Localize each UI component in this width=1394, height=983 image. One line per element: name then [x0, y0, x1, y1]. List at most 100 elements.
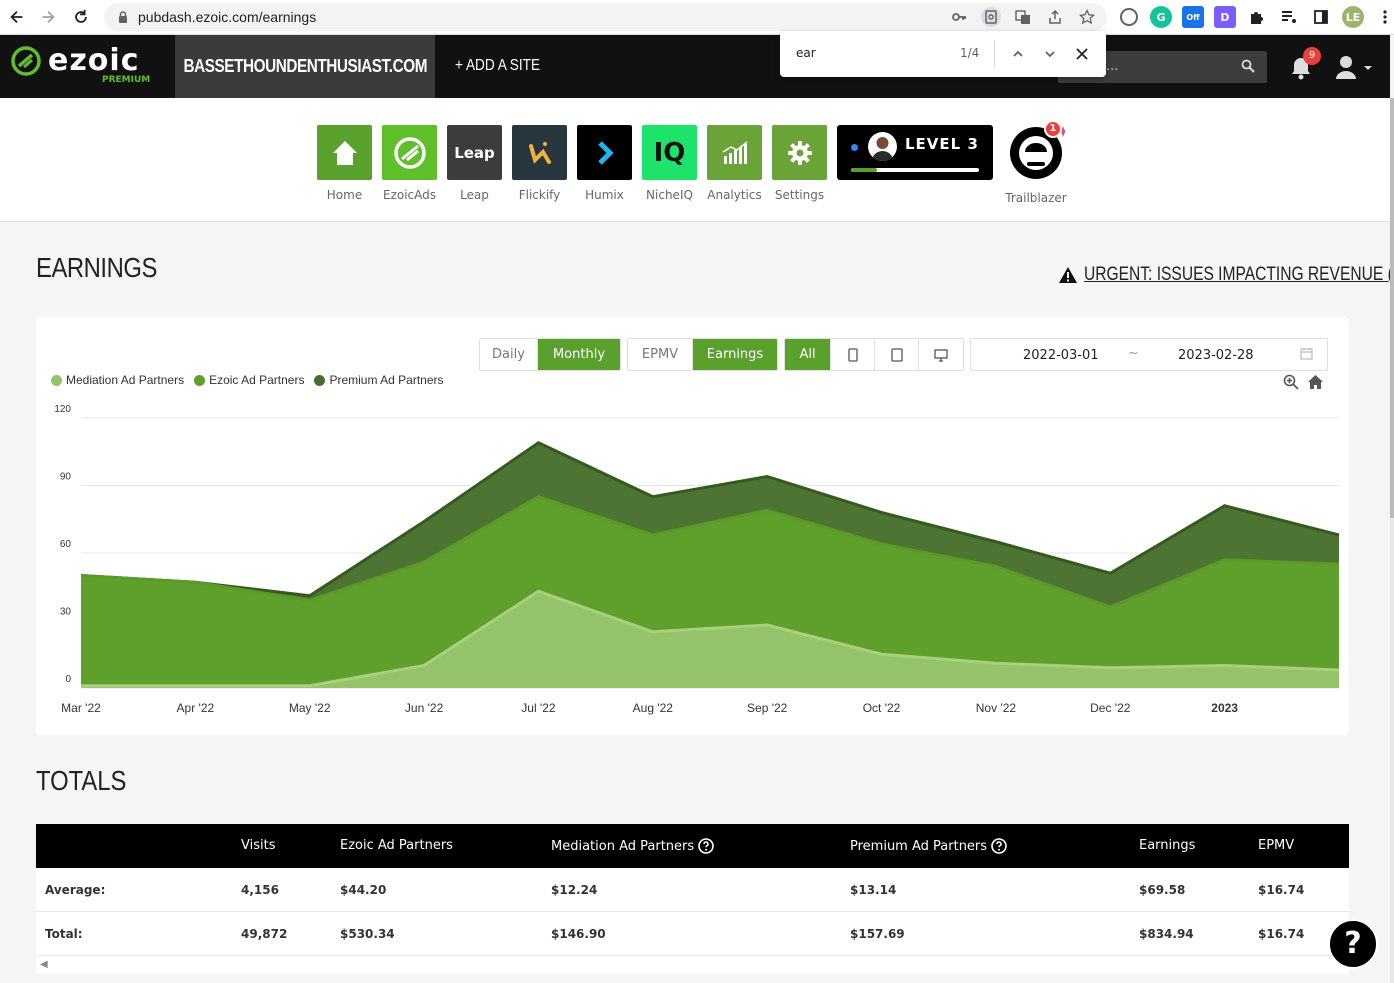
- all-devices-button[interactable]: All: [785, 339, 831, 370]
- legend-item-ezoic[interactable]: Ezoic Ad Partners: [194, 373, 304, 387]
- zoom-icon[interactable]: [1283, 374, 1299, 390]
- x-tick-label: Aug '22: [633, 701, 674, 715]
- legend-label: Ezoic Ad Partners: [209, 373, 305, 387]
- trailblazer-badge: 1: [1044, 120, 1062, 138]
- ezoicads-icon: [393, 136, 426, 169]
- extension-circle-icon[interactable]: [1120, 8, 1138, 26]
- level-status-dot: [851, 144, 858, 151]
- find-in-page-icon[interactable]: [981, 7, 1001, 27]
- app-label: Leap: [460, 188, 489, 202]
- translate-icon[interactable]: [1013, 7, 1033, 27]
- gear-icon: [787, 140, 812, 165]
- cell-mediation: $146.90: [551, 927, 606, 941]
- legend-item-mediation[interactable]: Mediation Ad Partners: [51, 373, 184, 387]
- totals-table: Visits Ezoic Ad Partners Mediation Ad Pa…: [36, 824, 1349, 956]
- app-settings[interactable]: Settings: [772, 125, 827, 202]
- side-panel-icon[interactable]: [1310, 6, 1332, 28]
- app-label: Settings: [774, 188, 825, 202]
- app-flickify[interactable]: Flickify: [512, 125, 567, 202]
- nicheiq-tile: IQ: [642, 125, 697, 180]
- scroll-left-icon[interactable]: ◀: [40, 959, 48, 970]
- warning-icon: [1059, 267, 1077, 283]
- add-site-link[interactable]: + ADD A SITE: [455, 57, 540, 75]
- help-circle-icon[interactable]: [991, 838, 1007, 854]
- app-humix[interactable]: Humix: [577, 125, 632, 202]
- find-input[interactable]: ear: [796, 46, 816, 60]
- find-previous-icon[interactable]: [1008, 44, 1028, 64]
- media-icon[interactable]: [1278, 6, 1300, 28]
- browser-toolbar: pubdash.ezoic.com/earnings G Off D LE: [0, 0, 1394, 35]
- page-scrollbar[interactable]: [1390, 98, 1394, 983]
- chart-legend: Mediation Ad Partners Ezoic Ad Partners …: [51, 373, 444, 387]
- analytics-bars-icon: [722, 140, 747, 164]
- level-badge[interactable]: LEVEL 3: [837, 125, 993, 180]
- app-label: Home: [326, 188, 363, 202]
- grammarly-icon[interactable]: G: [1150, 6, 1172, 28]
- key-icon[interactable]: [949, 7, 969, 27]
- site-name: BASSETHOUNDENTHUSIAST.COM: [183, 56, 427, 76]
- forward-icon[interactable]: [33, 2, 63, 32]
- cell-earnings: $834.94: [1139, 927, 1194, 941]
- legend-item-premium[interactable]: Premium Ad Partners: [314, 373, 444, 387]
- legend-swatch: [194, 374, 206, 386]
- app-analytics[interactable]: Analytics: [707, 125, 762, 202]
- app-home[interactable]: Home: [317, 125, 372, 202]
- app-launcher-bar: Home EzoicAds Leap Leap Flickify Humix I…: [0, 98, 1390, 222]
- header-text: Earnings: [1139, 838, 1196, 853]
- flickify-tile: [512, 125, 567, 180]
- table-header: Visits Ezoic Ad Partners Mediation Ad Pa…: [36, 824, 1349, 868]
- leap-logo-icon: Leap: [454, 143, 495, 162]
- ezoicads-tile: [382, 125, 437, 180]
- y-tick-label: 30: [60, 607, 72, 618]
- pdf-extension-icon[interactable]: Off: [1182, 6, 1204, 28]
- home-icon: [332, 140, 357, 165]
- page-title: EARNINGS: [36, 252, 157, 283]
- app-nicheiq[interactable]: IQ NicheIQ: [642, 125, 697, 202]
- search-placeholder: ...: [1106, 59, 1119, 74]
- profile-avatar-icon[interactable]: LE: [1342, 6, 1364, 28]
- back-icon[interactable]: [2, 2, 32, 32]
- home-tile: [317, 125, 372, 180]
- help-button[interactable]: ?: [1328, 919, 1378, 969]
- bookmark-star-icon[interactable]: [1077, 7, 1097, 27]
- app-trailblazer[interactable]: 1 Trailblazer: [1005, 120, 1069, 205]
- address-bar[interactable]: pubdash.ezoic.com/earnings: [104, 3, 1107, 31]
- settings-tile: [772, 125, 827, 180]
- cell-epmv: $16.74: [1258, 883, 1305, 897]
- leap-tile: Leap: [447, 125, 502, 180]
- top-navigation: ezoic PREMIUM BASSETHOUNDENTHUSIAST.COM …: [0, 35, 1390, 98]
- start-date: 2022-03-01: [1023, 348, 1099, 363]
- legend-label: Premium Ad Partners: [329, 373, 444, 387]
- app-label: Analytics: [707, 188, 762, 202]
- earnings-button[interactable]: Earnings: [693, 339, 777, 370]
- urgent-issues-link[interactable]: URGENT: ISSUES IMPACTING REVENUE (1): [1058, 264, 1394, 286]
- tablet-button[interactable]: [875, 339, 919, 370]
- site-selector[interactable]: BASSETHOUNDENTHUSIAST.COM: [175, 35, 435, 98]
- app-ezoicads[interactable]: EzoicAds: [382, 125, 437, 202]
- chrome-menu-icon[interactable]: [1374, 6, 1394, 28]
- find-next-icon[interactable]: [1040, 44, 1060, 64]
- d-extension-icon[interactable]: D: [1214, 6, 1236, 28]
- puzzle-icon[interactable]: [1246, 6, 1268, 28]
- epmv-button[interactable]: EPMV: [628, 339, 693, 370]
- app-label: Humix: [585, 188, 624, 202]
- scrollbar-thumb[interactable]: [1390, 98, 1394, 518]
- ezoic-logo[interactable]: ezoic PREMIUM: [10, 43, 160, 89]
- date-range-picker[interactable]: 2022-03-01 ~ 2023-02-28: [970, 338, 1328, 371]
- app-label: Trailblazer: [1005, 191, 1067, 205]
- daily-button[interactable]: Daily: [480, 339, 538, 370]
- legend-label: Mediation Ad Partners: [66, 373, 185, 387]
- find-close-icon[interactable]: [1072, 44, 1092, 64]
- desktop-button[interactable]: [919, 339, 963, 370]
- share-icon[interactable]: [1045, 7, 1065, 27]
- monthly-button[interactable]: Monthly: [538, 339, 620, 370]
- help-circle-icon[interactable]: [698, 838, 714, 854]
- user-menu-icon[interactable]: [1334, 53, 1374, 81]
- user-avatar: [868, 132, 897, 161]
- app-leap[interactable]: Leap Leap: [447, 125, 502, 202]
- reset-home-icon[interactable]: [1307, 374, 1324, 390]
- table-horizontal-scrollbar[interactable]: ◀: [36, 956, 1349, 974]
- reload-icon[interactable]: [66, 2, 96, 32]
- device-toggle: All: [784, 338, 964, 371]
- mobile-button[interactable]: [831, 339, 875, 370]
